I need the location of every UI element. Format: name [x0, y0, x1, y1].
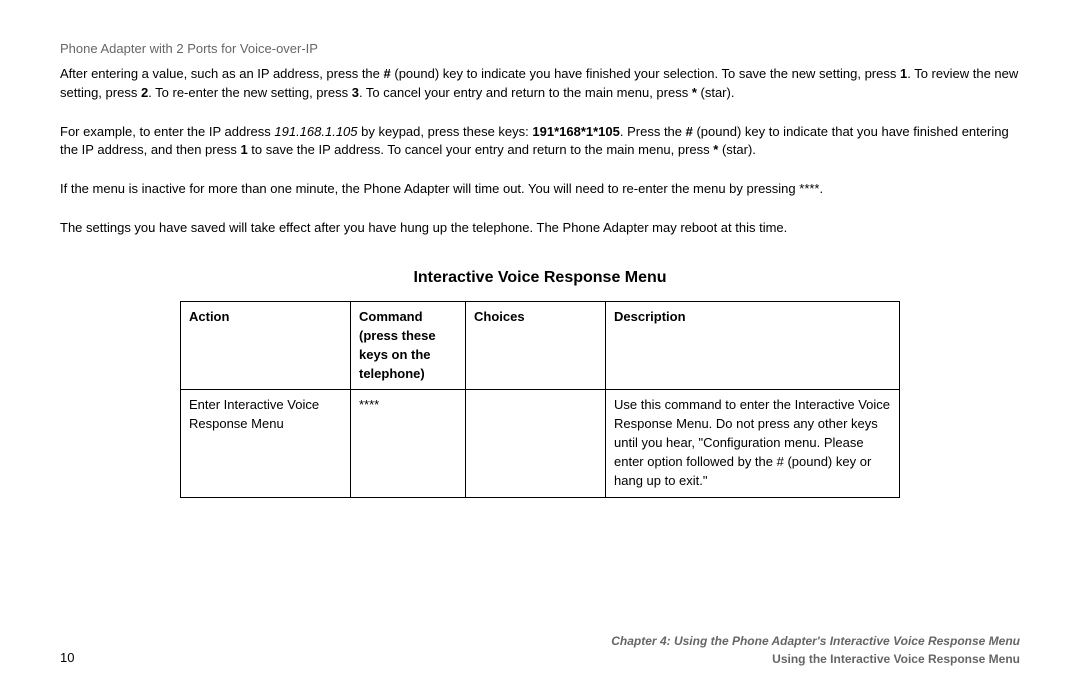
header-description: Description [606, 302, 900, 390]
paragraph-4: The settings you have saved will take ef… [60, 219, 1020, 238]
text: to save the IP address. To cancel your e… [248, 142, 714, 157]
paragraph-3: If the menu is inactive for more than on… [60, 180, 1020, 199]
text: For example, to enter the IP address [60, 124, 274, 139]
text: After entering a value, such as an IP ad… [60, 66, 384, 81]
hash-key: # [384, 66, 391, 81]
page-number: 10 [60, 649, 74, 668]
cell-description: Use this command to enter the Interactiv… [606, 390, 900, 497]
footer-right-block: Chapter 4: Using the Phone Adapter's Int… [611, 632, 1020, 668]
table-header-row: Action Command (press these keys on the … [181, 302, 900, 390]
text: (star). [697, 85, 735, 100]
key-3: 3 [352, 85, 359, 100]
header-choices: Choices [466, 302, 606, 390]
table-row: Enter Interactive Voice Response Menu **… [181, 390, 900, 497]
cell-action: Enter Interactive Voice Response Menu [181, 390, 351, 497]
key-1: 1 [240, 142, 247, 157]
keypad-keys: 191*168*1*105 [532, 124, 619, 139]
document-header-title: Phone Adapter with 2 Ports for Voice-ove… [60, 40, 1020, 59]
footer-chapter-line: Chapter 4: Using the Phone Adapter's Int… [611, 632, 1020, 650]
text: . Press the [620, 124, 686, 139]
ip-address-example: 191.168.1.105 [274, 124, 357, 139]
cell-command: **** [351, 390, 466, 497]
ivr-menu-table: Action Command (press these keys on the … [180, 301, 900, 498]
header-command: Command (press these keys on the telepho… [351, 302, 466, 390]
page-footer: 10 Chapter 4: Using the Phone Adapter's … [60, 632, 1020, 668]
text: (pound) key to indicate you have finishe… [391, 66, 900, 81]
text: . To re-enter the new setting, press [148, 85, 352, 100]
text: (star). [718, 142, 756, 157]
paragraph-1: After entering a value, such as an IP ad… [60, 65, 1020, 103]
text: by keypad, press these keys: [358, 124, 533, 139]
footer-subtitle-line: Using the Interactive Voice Response Men… [611, 650, 1020, 668]
section-heading: Interactive Voice Response Menu [60, 266, 1020, 289]
text: . To cancel your entry and return to the… [359, 85, 692, 100]
paragraph-2: For example, to enter the IP address 191… [60, 123, 1020, 161]
header-action: Action [181, 302, 351, 390]
cell-choices [466, 390, 606, 497]
hash-key: # [686, 124, 693, 139]
